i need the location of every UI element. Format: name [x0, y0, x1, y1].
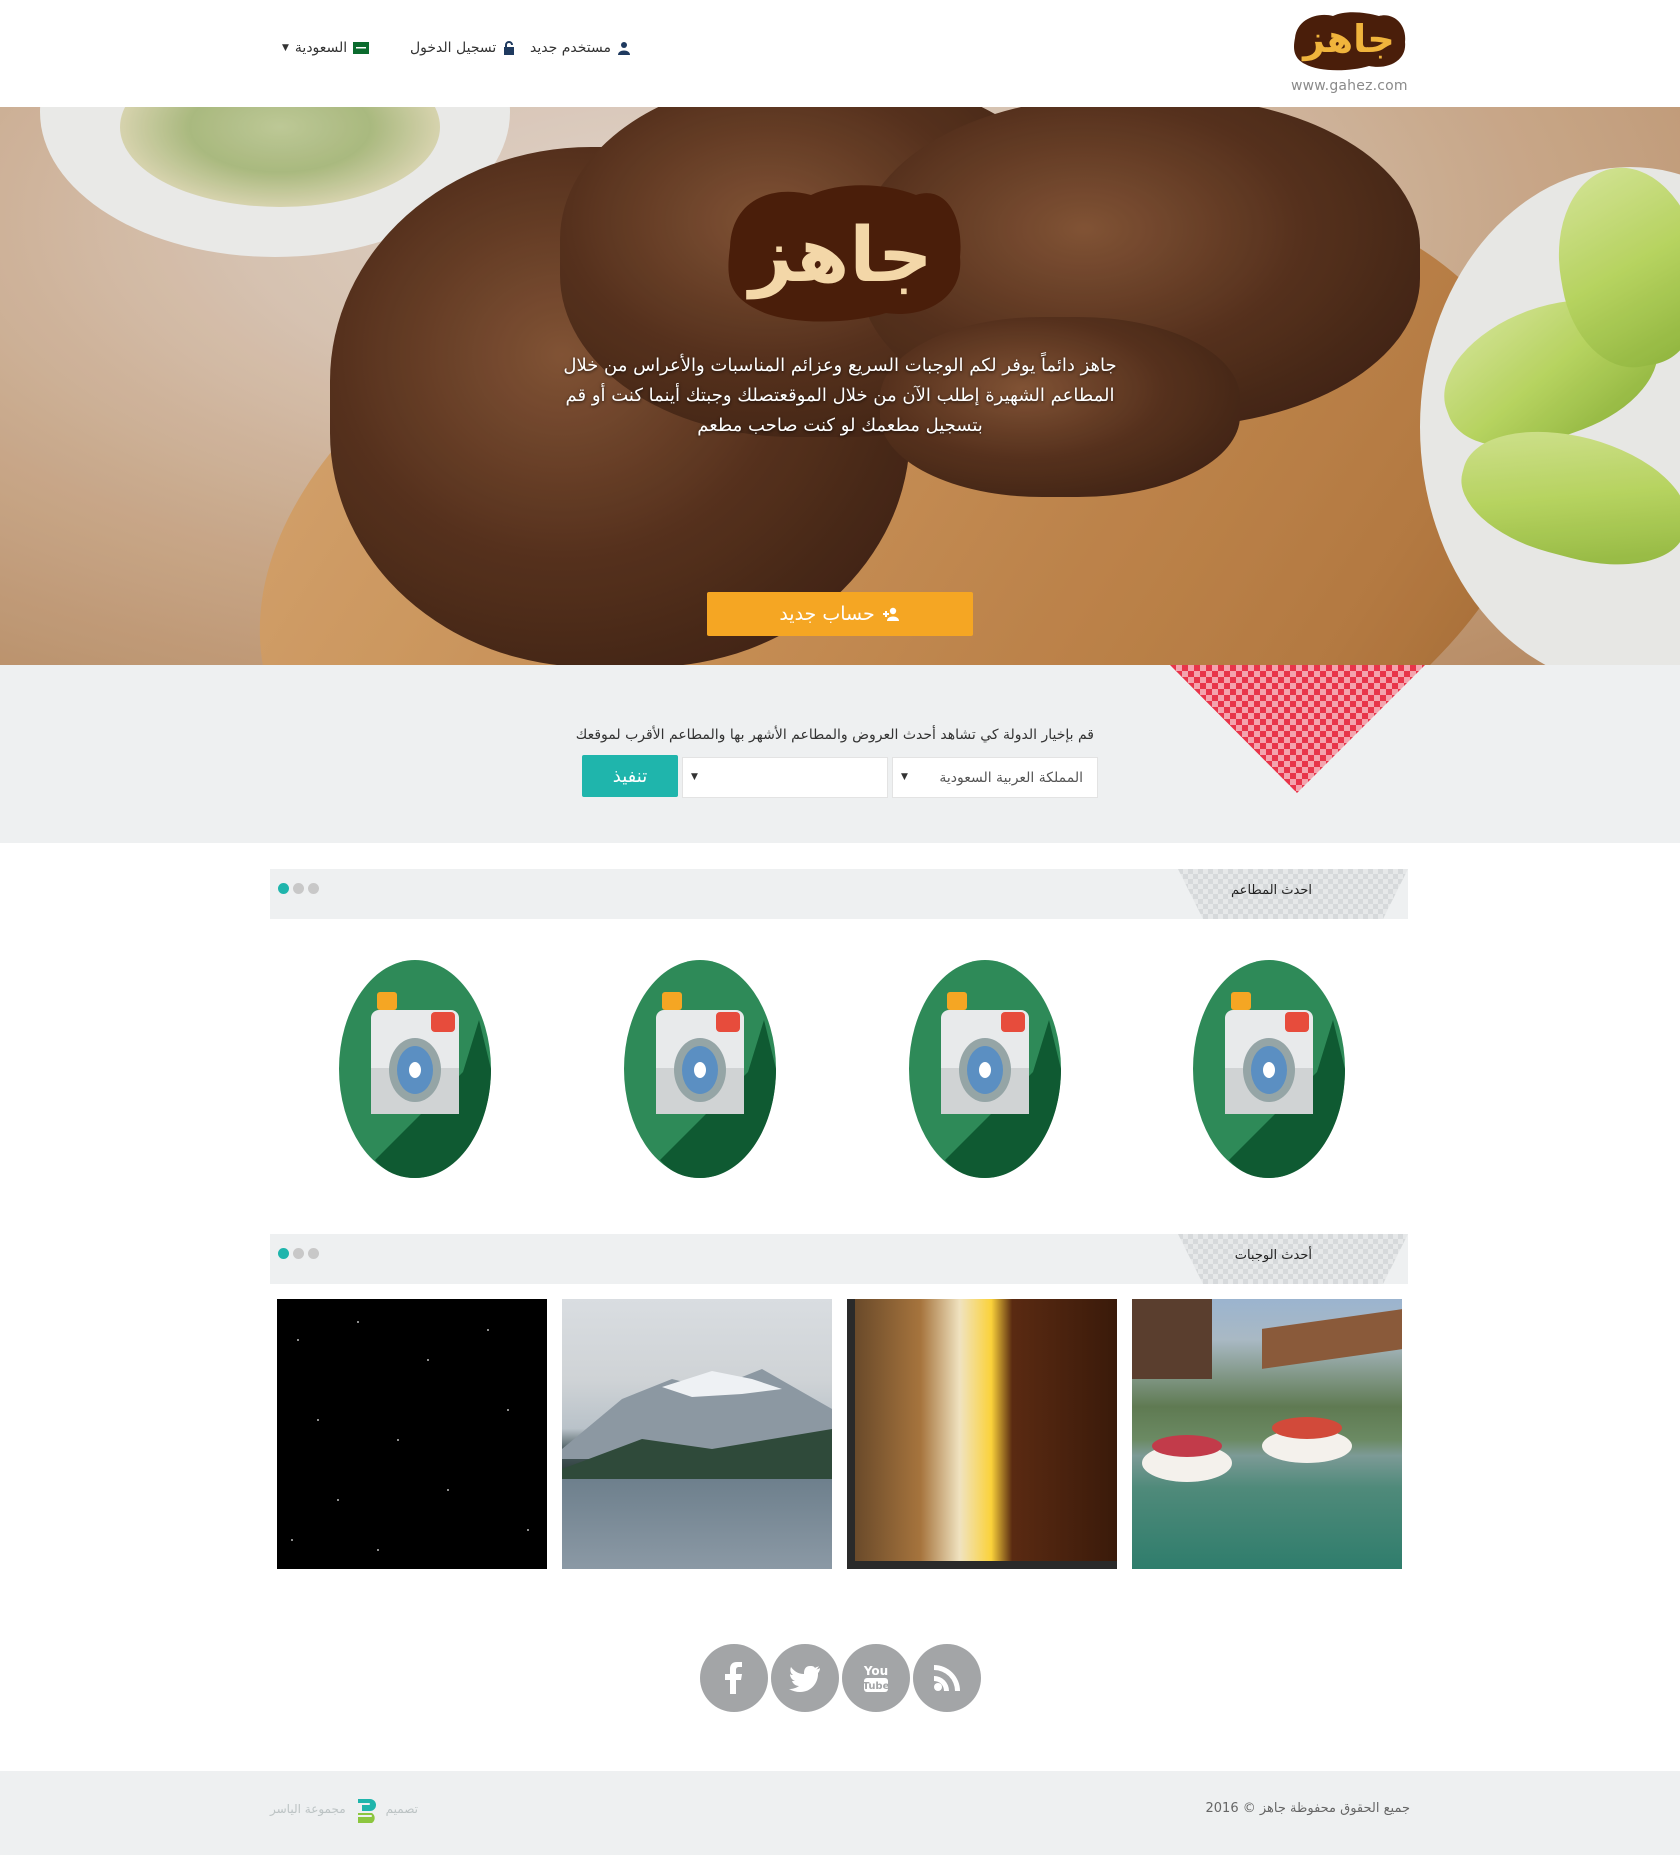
- logo-text: جاهز: [1301, 17, 1395, 61]
- star-dot: [397, 1439, 399, 1441]
- new-user-link[interactable]: مستخدم جديد: [530, 40, 631, 56]
- star-dot: [427, 1359, 429, 1361]
- country-select[interactable]: المملكة العربية السعودية ▼: [892, 757, 1098, 798]
- caret-down-icon: ▼: [282, 43, 289, 53]
- facebook-icon: [725, 1662, 742, 1694]
- unlock-icon: [504, 41, 515, 55]
- carousel-dot[interactable]: [293, 883, 304, 894]
- restaurant-card[interactable]: [339, 960, 491, 1178]
- svg-text:Tube: Tube: [863, 1681, 890, 1692]
- restaurants-section-title: احدث المطاعم: [1231, 883, 1312, 898]
- twitter-icon: [789, 1666, 820, 1692]
- restaurant-card[interactable]: [624, 960, 776, 1178]
- caret-down-icon: ▼: [901, 772, 908, 782]
- carousel-dot[interactable]: [278, 883, 289, 894]
- rss-link[interactable]: [913, 1644, 981, 1712]
- login-label: تسجيل الدخول: [410, 40, 497, 56]
- meals-section-header: أحدث الوجبات: [270, 1234, 1408, 1284]
- facebook-link[interactable]: [700, 1644, 768, 1712]
- star-dot: [357, 1321, 359, 1323]
- designer-credit-link[interactable]: تصميم مجموعة الياسر: [270, 1795, 418, 1823]
- tablecloth-decoration: [1170, 665, 1425, 793]
- carousel-dot[interactable]: [278, 1248, 289, 1259]
- mountain-shape: [562, 1369, 832, 1479]
- user-icon: [617, 42, 630, 55]
- rss-icon: [934, 1665, 960, 1691]
- hero-logo: جاهز: [728, 185, 961, 322]
- meal-card-garden-fruits[interactable]: [1132, 1299, 1402, 1569]
- hero-banner: جاهز جاهز دائماً يوفر لكم الوجبات السريع…: [0, 107, 1680, 665]
- new-account-button[interactable]: حساب جديد: [707, 592, 973, 636]
- star-dot: [377, 1549, 379, 1551]
- carousel-dot[interactable]: [308, 883, 319, 894]
- star-dot: [507, 1409, 509, 1411]
- country-label: السعودية: [294, 40, 348, 56]
- star-dot: [297, 1339, 299, 1341]
- meals-carousel-dots: [278, 1248, 319, 1259]
- camera-icon: [909, 960, 1061, 1178]
- camera-icon: [339, 960, 491, 1178]
- menu-shape: [855, 1299, 1117, 1561]
- meal-card-dark[interactable]: [277, 1299, 547, 1569]
- country-select-value: المملكة العربية السعودية: [939, 769, 1083, 786]
- country-filter-label: قم بإخيار الدولة كي تشاهد أحدث العروض وا…: [575, 727, 1094, 743]
- designer-logo-icon: [357, 1799, 376, 1823]
- house-shape: [1132, 1299, 1212, 1379]
- design-prefix: تصميم: [385, 1802, 418, 1816]
- roof-shape: [1262, 1309, 1402, 1369]
- login-link[interactable]: تسجيل الدخول: [410, 40, 516, 56]
- star-dot: [317, 1419, 319, 1421]
- site-footer: جميع الحقوق محفوظة جاهز © 2016 تصميم مجم…: [0, 1771, 1680, 1855]
- camera-icon: [1193, 960, 1345, 1178]
- restaurant-card[interactable]: [1193, 960, 1345, 1178]
- restaurants-section-header: احدث المطاعم: [270, 869, 1408, 919]
- star-dot: [447, 1489, 449, 1491]
- camera-icon: [624, 960, 776, 1178]
- logo-wordmark: جاهز: [1294, 12, 1406, 71]
- copyright-text: جميع الحقوق محفوظة جاهز © 2016: [1205, 1801, 1410, 1816]
- meals-section-title: أحدث الوجبات: [1234, 1248, 1312, 1263]
- svg-text:You: You: [863, 1664, 888, 1678]
- meal-card-menu-photo[interactable]: [847, 1299, 1117, 1569]
- youtube-icon: You Tube: [863, 1664, 890, 1692]
- new-user-label: مستخدم جديد: [530, 40, 611, 56]
- hero-logo-text: جاهز: [745, 210, 932, 300]
- country-dropdown[interactable]: السعودية ▼: [282, 40, 370, 56]
- star-dot: [337, 1499, 339, 1501]
- twitter-link[interactable]: [771, 1644, 839, 1712]
- fruit-shape: [1152, 1435, 1222, 1457]
- designer-name: مجموعة الياسر: [270, 1802, 346, 1816]
- city-select[interactable]: ▼: [682, 757, 888, 798]
- logo-url: www.gahez.com: [1291, 78, 1408, 94]
- country-filter-section: قم بإخيار الدولة كي تشاهد أحدث العروض وا…: [0, 665, 1680, 843]
- carousel-dot[interactable]: [308, 1248, 319, 1259]
- star-dot: [527, 1529, 529, 1531]
- star-dot: [487, 1329, 489, 1331]
- site-logo[interactable]: جاهز www.gahez.com: [1285, 8, 1413, 98]
- caret-down-icon: ▼: [691, 772, 698, 782]
- saudi-flag-icon: [353, 42, 370, 54]
- submit-filter-button[interactable]: تنفيذ: [582, 755, 678, 797]
- carousel-dot[interactable]: [293, 1248, 304, 1259]
- star-dot: [291, 1539, 293, 1541]
- youtube-link[interactable]: You Tube: [842, 1644, 910, 1712]
- hero-description: جاهز دائماً يوفر لكم الوجبات السريع وعزا…: [563, 355, 1117, 436]
- site-header: جاهز www.gahez.com مستخدم جديد تسجيل الد…: [0, 0, 1680, 107]
- meal-card-lake[interactable]: [562, 1299, 832, 1569]
- restaurants-carousel-dots: [278, 883, 319, 894]
- add-user-icon: [882, 607, 899, 621]
- new-account-label: حساب جديد: [779, 603, 875, 625]
- fruit-shape: [1272, 1417, 1342, 1439]
- restaurant-card[interactable]: [909, 960, 1061, 1178]
